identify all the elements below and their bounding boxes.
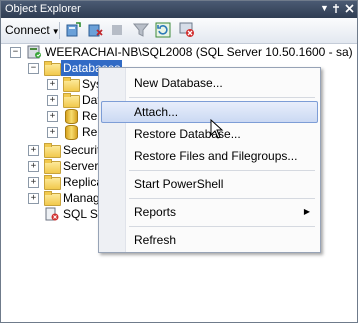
folder-icon — [63, 93, 80, 108]
tree-node-database-snapshots[interactable]: + Dat — [1, 92, 101, 108]
menu-item-label: New Database... — [134, 76, 223, 90]
menu-item-label: Restore Database... — [134, 127, 241, 141]
expand-icon[interactable]: + — [28, 161, 39, 172]
expand-icon[interactable]: + — [47, 111, 58, 122]
title-bar: Object Explorer ▼ — [1, 1, 357, 18]
folder-icon — [63, 77, 80, 92]
expand-icon[interactable]: + — [28, 177, 39, 188]
menu-item-new-database[interactable]: New Database... — [101, 72, 318, 94]
expand-icon[interactable]: + — [28, 145, 39, 156]
server-label: WEERACHAI-NB\SQL2008 (SQL Server 10.50.1… — [45, 45, 353, 59]
filter-icon[interactable] — [133, 22, 149, 38]
connect-button[interactable]: Connect ▼ — [5, 23, 60, 37]
connect-label: Connect — [5, 23, 50, 37]
menu-separator — [129, 198, 315, 199]
menu-item-label: Refresh — [134, 233, 177, 247]
menu-separator — [129, 170, 315, 171]
context-menu: New Database... Attach... Restore Databa… — [98, 67, 321, 253]
pin-icon[interactable] — [331, 3, 342, 14]
submenu-arrow-icon: ▶ — [303, 207, 310, 216]
mouse-cursor-icon — [210, 119, 224, 139]
tree-node-server-objects[interactable]: + Server — [1, 158, 101, 174]
menu-item-reports[interactable]: Reports ▶ — [101, 201, 318, 223]
folder-icon — [44, 159, 61, 174]
menu-item-refresh[interactable]: Refresh — [101, 229, 318, 251]
close-icon[interactable] — [344, 3, 355, 14]
disconnect-icon[interactable] — [87, 22, 103, 38]
tree-node-management[interactable]: + Manage — [1, 190, 106, 206]
window-dropdown-icon[interactable]: ▼ — [319, 3, 330, 14]
collapse-icon[interactable]: − — [10, 47, 21, 58]
menu-item-start-powershell[interactable]: Start PowerShell — [101, 173, 318, 195]
menu-separator — [129, 97, 315, 98]
tree-node-replication[interactable]: + Replica — [1, 174, 103, 190]
activity-monitor-icon[interactable] — [179, 22, 195, 38]
collapse-icon[interactable]: − — [28, 63, 39, 74]
expand-icon[interactable]: + — [47, 95, 58, 106]
object-explorer-window: Object Explorer ▼ Connect ▼ − WEERACHAI-… — [0, 0, 358, 323]
menu-separator — [129, 226, 315, 227]
tree-node-security[interactable]: + Securit — [1, 142, 101, 158]
database-icon — [65, 109, 78, 124]
menu-item-label: Reports — [134, 205, 177, 219]
connect-object-explorer-icon[interactable] — [65, 22, 81, 38]
server-objects-label: Server — [63, 159, 99, 173]
menu-item-restore-files[interactable]: Restore Files and Filegroups... — [101, 145, 318, 167]
server-icon — [27, 45, 41, 59]
expand-icon[interactable]: + — [28, 193, 39, 204]
expand-icon[interactable]: + — [47, 127, 58, 138]
toolbar: Connect ▼ — [1, 18, 357, 44]
tree-node-database-1[interactable]: + Rep — [1, 108, 104, 124]
toolbar-separator — [59, 22, 60, 39]
expand-icon[interactable]: + — [47, 79, 58, 90]
folder-icon — [44, 191, 61, 206]
stop-icon[interactable] — [109, 22, 125, 38]
folder-icon — [44, 61, 61, 76]
tree-node-system-databases[interactable]: + Syst — [1, 76, 105, 92]
agent-icon — [45, 207, 59, 221]
menu-item-label: Start PowerShell — [134, 177, 224, 191]
security-label: Securit — [63, 143, 101, 157]
folder-icon — [44, 143, 61, 158]
folder-icon — [44, 175, 61, 190]
tree-node-database-2[interactable]: + Rep — [1, 124, 104, 140]
tree-node-server[interactable]: − WEERACHAI-NB\SQL2008 (SQL Server 10.50… — [1, 44, 357, 60]
window-title: Object Explorer — [5, 3, 81, 15]
menu-item-label: Attach... — [134, 105, 179, 119]
menu-item-label: Restore Files and Filegroups... — [134, 149, 298, 163]
tree-node-sql-server-agent[interactable]: SQL Se — [1, 206, 105, 222]
database-icon — [65, 125, 78, 140]
refresh-icon[interactable] — [155, 22, 171, 38]
